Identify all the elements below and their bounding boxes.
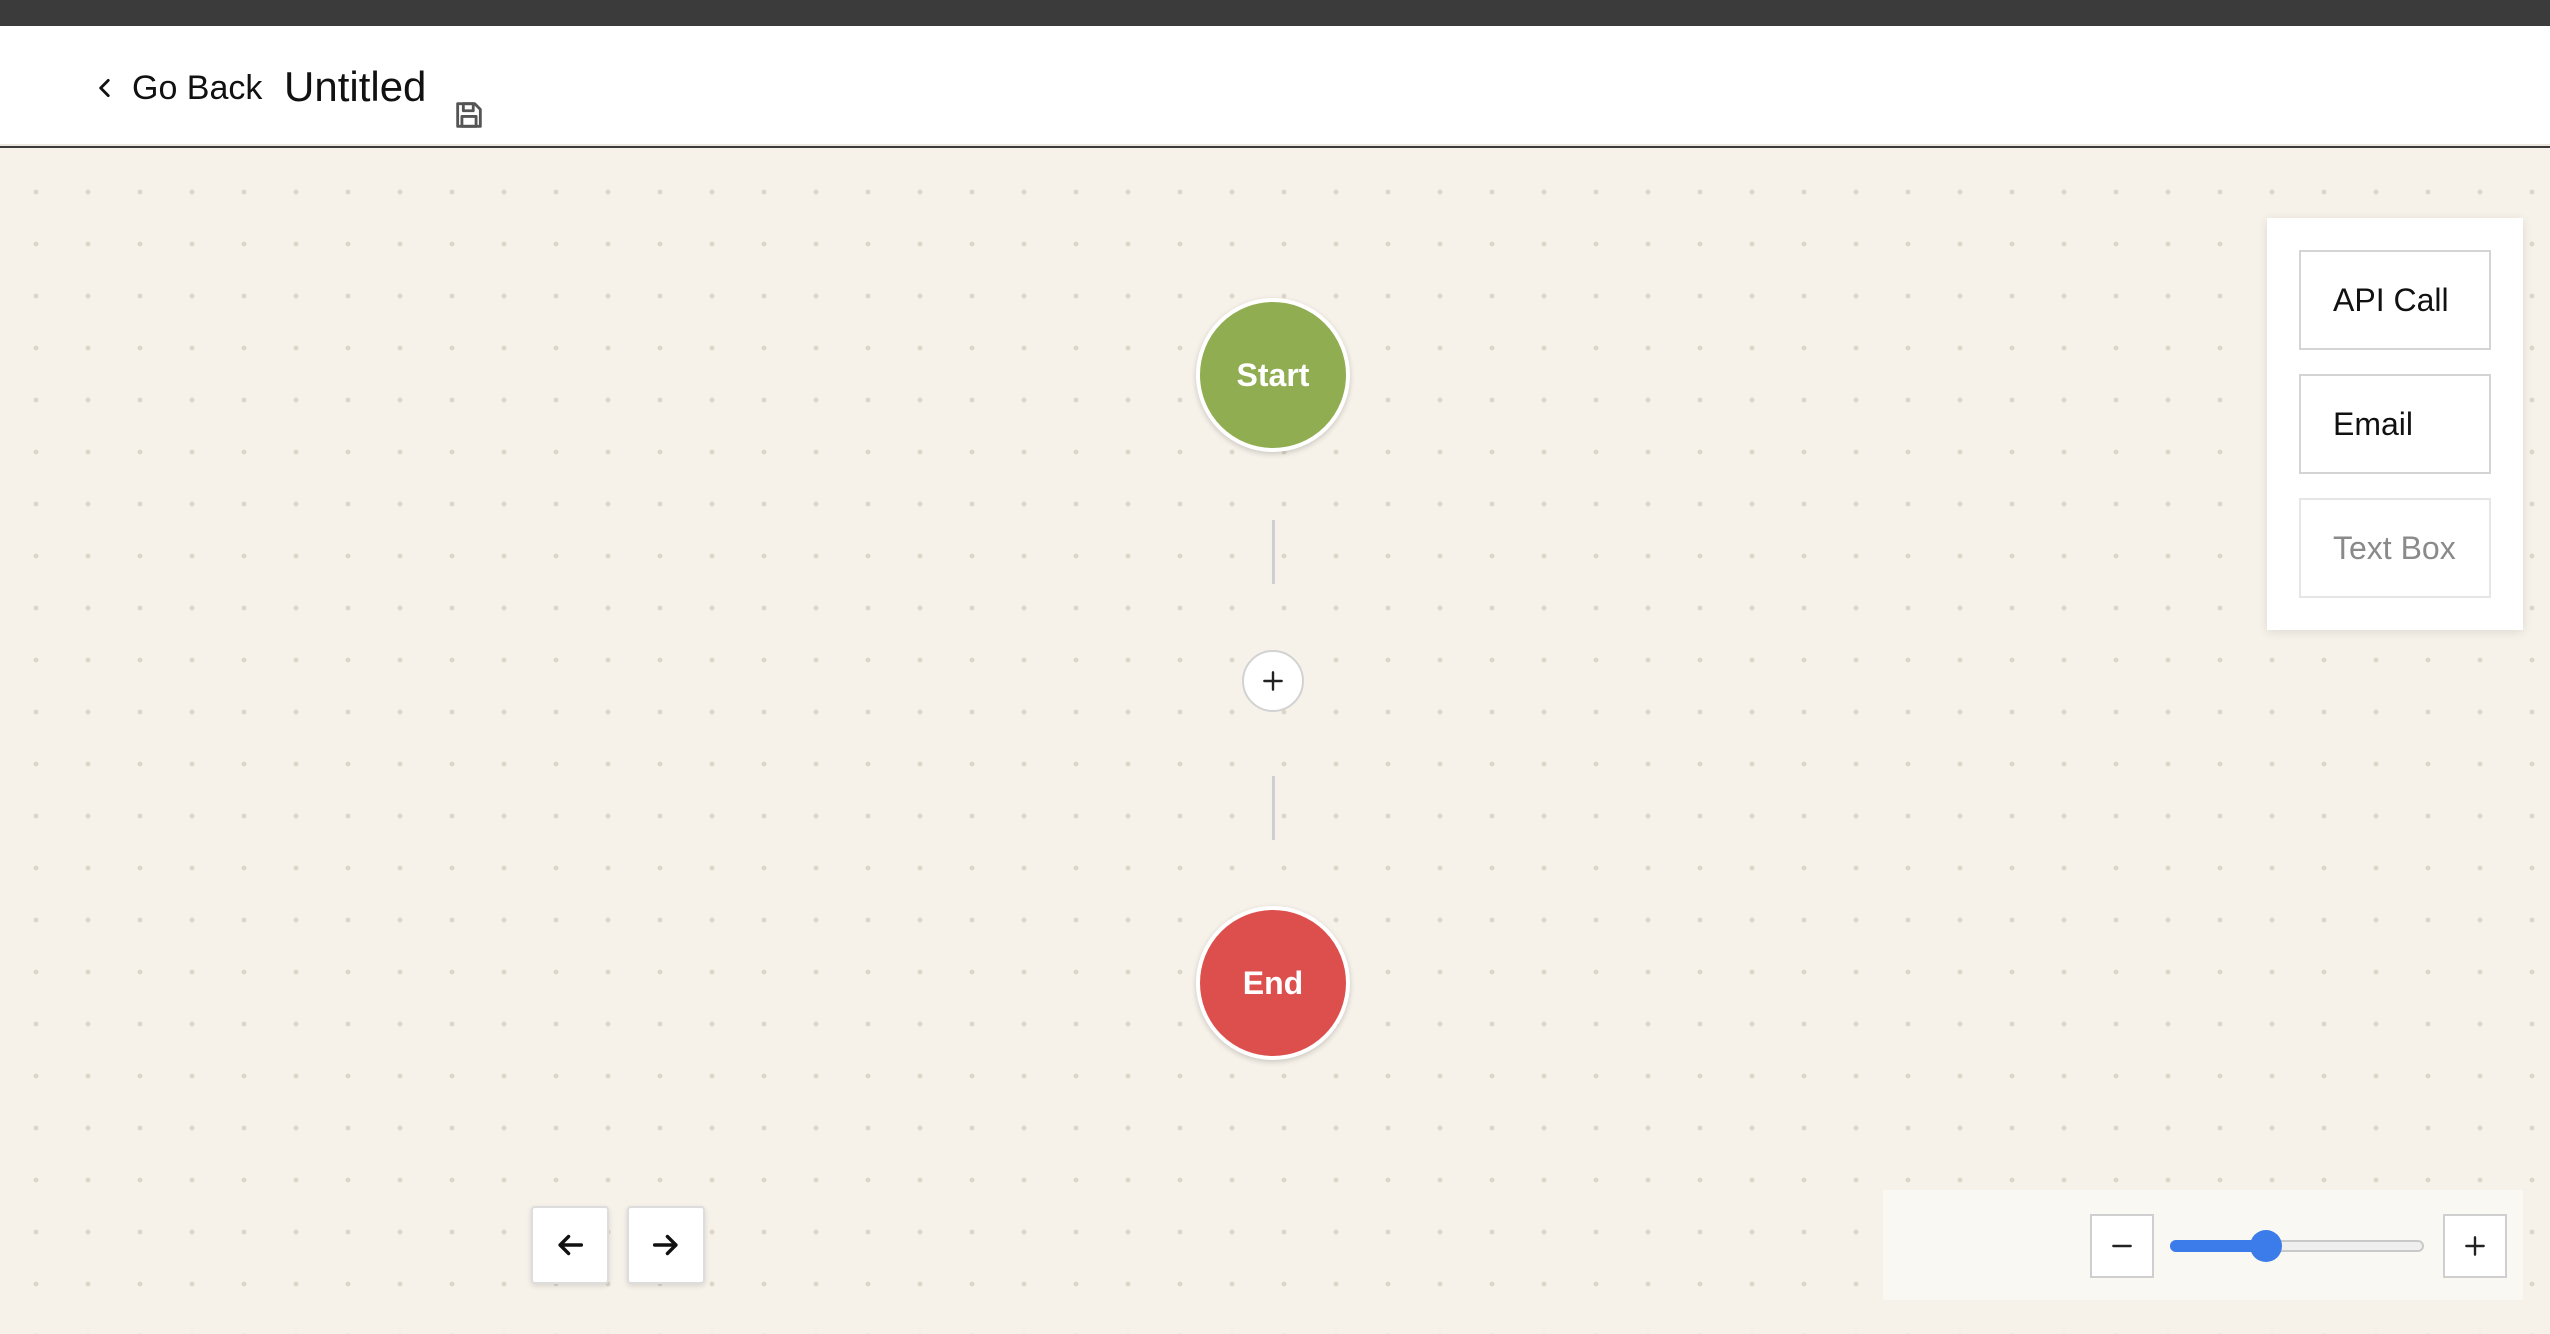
- zoom-slider[interactable]: [2170, 1230, 2424, 1262]
- undo-button[interactable]: [531, 1206, 609, 1284]
- editor-header: Go Back Untitled: [0, 26, 2550, 146]
- arrow-right-icon: [652, 1234, 678, 1256]
- zoom-in-button[interactable]: [2443, 1214, 2507, 1278]
- start-node-label: Start: [1236, 356, 1310, 393]
- palette-item-email[interactable]: Email: [2299, 374, 2491, 474]
- zoom-controls: [1883, 1190, 2523, 1300]
- chevron-left-icon: [99, 79, 110, 97]
- end-node-label: End: [1242, 964, 1304, 1001]
- step-palette: API Call Email Text Box: [2267, 218, 2523, 630]
- plus-icon: [2465, 1236, 2485, 1256]
- end-node[interactable]: End: [1196, 906, 1350, 1060]
- plus-icon: [1263, 671, 1283, 691]
- connector-line: [1272, 520, 1275, 584]
- zoom-slider-thumb[interactable]: [2249, 1230, 2282, 1262]
- zoom-out-button[interactable]: [2090, 1214, 2154, 1278]
- save-icon[interactable]: [452, 98, 486, 132]
- window-top-strip: [0, 0, 2550, 26]
- arrow-left-icon: [558, 1234, 584, 1256]
- minus-icon: [2112, 1244, 2132, 1248]
- go-back-label: Go Back: [132, 68, 263, 107]
- palette-item-text-box[interactable]: Text Box: [2299, 498, 2491, 598]
- redo-button[interactable]: [627, 1206, 705, 1284]
- start-node[interactable]: Start: [1196, 298, 1350, 452]
- palette-item-api-call[interactable]: API Call: [2299, 250, 2491, 350]
- add-step-button[interactable]: [1242, 650, 1304, 712]
- connector-line: [1272, 776, 1275, 840]
- go-back-button[interactable]: Go Back: [92, 64, 262, 112]
- workflow-title[interactable]: Untitled: [284, 62, 426, 112]
